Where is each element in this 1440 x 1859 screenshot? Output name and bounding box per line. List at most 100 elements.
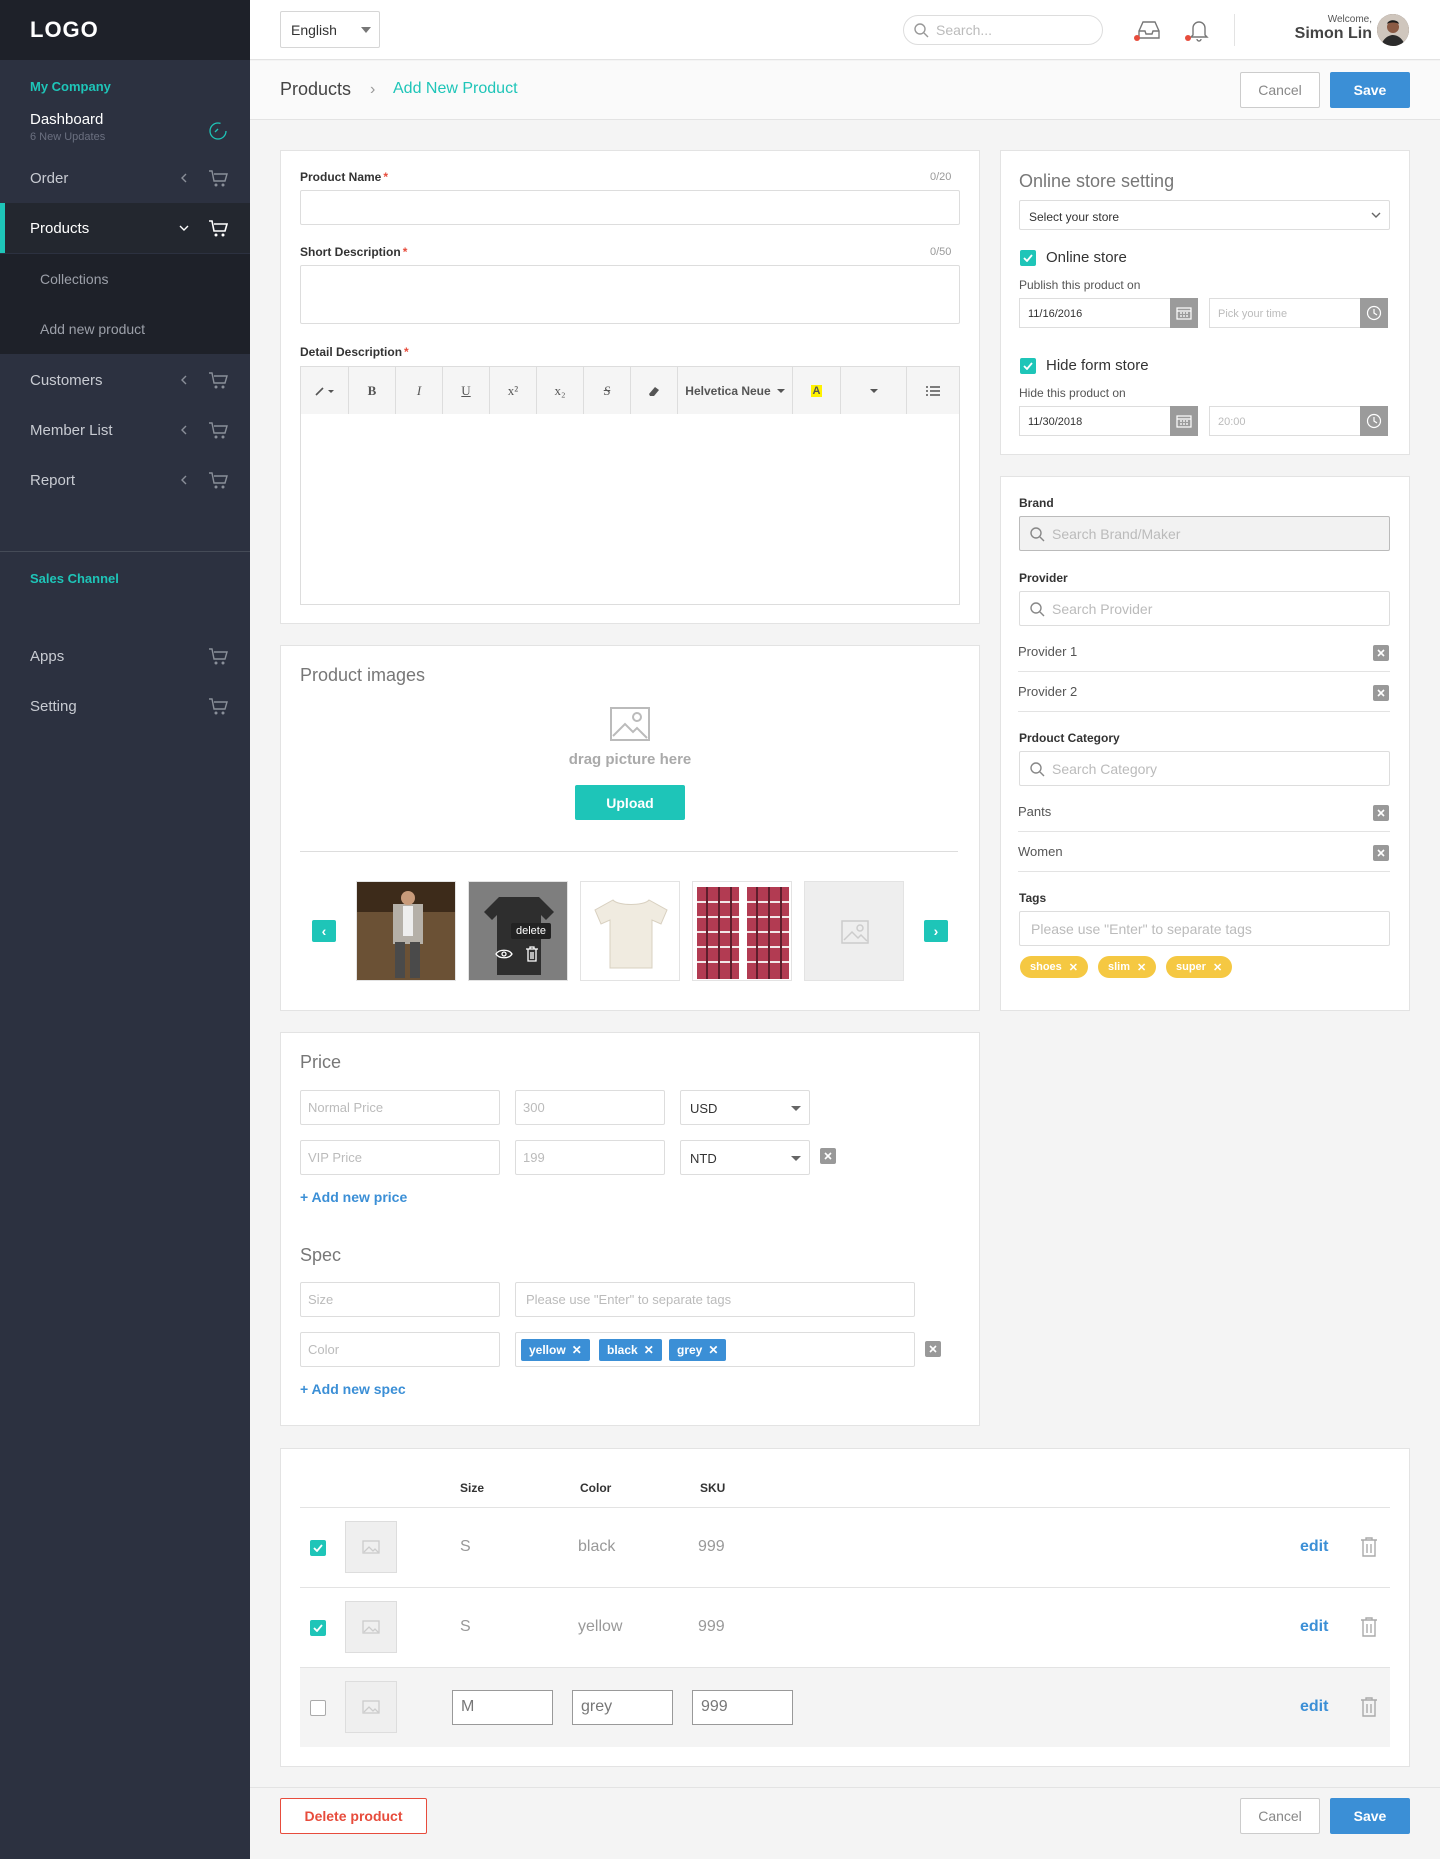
edit-link[interactable]: edit [1300, 1618, 1328, 1636]
remove-category-button[interactable] [1373, 845, 1389, 861]
product-thumbnail[interactable] [356, 881, 456, 981]
add-price-link[interactable]: + Add new price [300, 1189, 407, 1205]
sidebar-item-report[interactable]: Report [0, 455, 250, 505]
sidebar-item-order[interactable]: Order [0, 153, 250, 203]
price-name-input[interactable]: Normal Price [300, 1090, 500, 1125]
price-name-input[interactable]: VIP Price [300, 1140, 500, 1175]
publish-time-input[interactable]: Pick your time [1209, 298, 1362, 328]
sidebar-item-apps[interactable]: Apps [0, 631, 250, 681]
sidebar-item-member-list[interactable]: Member List [0, 405, 250, 455]
font-select[interactable]: Helvetica Neue [678, 367, 793, 414]
color-tag[interactable]: grey ✕ [669, 1339, 727, 1361]
variant-image-placeholder[interactable] [345, 1681, 397, 1733]
color-input[interactable]: Color [300, 1332, 500, 1367]
sidebar-item-customers[interactable]: Customers [0, 355, 250, 405]
sidebar-subitem-collections[interactable]: Collections [0, 254, 250, 304]
remove-provider-button[interactable] [1373, 685, 1389, 701]
bold-button[interactable]: B [349, 367, 396, 414]
clock-icon[interactable] [1360, 406, 1388, 436]
hide-date-input[interactable]: 11/30/2018 [1019, 406, 1172, 436]
color-tag[interactable]: yellow ✕ [521, 1339, 590, 1361]
calendar-icon[interactable] [1170, 298, 1198, 328]
sidebar-item-setting[interactable]: Setting [0, 681, 250, 731]
eye-icon[interactable] [495, 948, 513, 960]
tags-input[interactable]: Please use "Enter" to separate tags [1019, 911, 1390, 946]
row-checkbox[interactable] [310, 1700, 326, 1716]
magic-wand-icon[interactable] [301, 367, 349, 414]
eraser-icon[interactable] [631, 367, 678, 414]
store-select[interactable]: Select your store [1019, 200, 1390, 230]
edit-link[interactable]: edit [1300, 1538, 1328, 1556]
remove-provider-button[interactable] [1373, 645, 1389, 661]
underline-button[interactable]: U [443, 367, 490, 414]
search-input[interactable]: Search... [903, 15, 1103, 45]
category-search-input[interactable]: Search Category [1019, 751, 1390, 786]
variant-image-placeholder[interactable] [345, 1601, 397, 1653]
text-color-button[interactable]: A [793, 367, 841, 414]
color-tags-input[interactable]: yellow ✕ black ✕ grey ✕ [515, 1332, 915, 1367]
trash-icon[interactable] [1359, 1616, 1379, 1638]
provider-search-input[interactable]: Search Provider [1019, 591, 1390, 626]
sidebar-subitem-add-new-product[interactable]: Add new product [0, 304, 250, 354]
next-image-button[interactable]: › [924, 920, 948, 942]
remove-category-button[interactable] [1373, 805, 1389, 821]
delete-product-button[interactable]: Delete product [280, 1798, 427, 1834]
tag-chip[interactable]: slim ✕ [1098, 956, 1157, 978]
close-icon[interactable]: ✕ [572, 1343, 582, 1357]
language-select[interactable]: English [280, 11, 380, 48]
close-icon[interactable]: ✕ [1137, 961, 1146, 974]
size-tags-input[interactable]: Please use "Enter" to separate tags [515, 1282, 915, 1317]
color-cell-input[interactable]: grey [572, 1690, 673, 1725]
currency-select[interactable]: NTD [680, 1140, 810, 1175]
list-icon[interactable] [907, 367, 959, 414]
product-thumbnail[interactable]: delete [468, 881, 568, 981]
tag-chip[interactable]: super ✕ [1166, 956, 1233, 978]
sidebar-item-dashboard[interactable]: Dashboard 6 New Updates [30, 111, 240, 151]
breadcrumb-root[interactable]: Products [280, 79, 351, 100]
close-icon[interactable]: ✕ [708, 1343, 718, 1357]
inbox-icon[interactable] [1136, 17, 1162, 43]
italic-button[interactable]: I [396, 367, 443, 414]
save-button[interactable]: Save [1330, 72, 1410, 108]
tag-chip[interactable]: shoes ✕ [1020, 956, 1089, 978]
trash-icon[interactable] [1359, 1696, 1379, 1718]
empty-image-slot[interactable] [804, 881, 904, 981]
variant-image-placeholder[interactable] [345, 1521, 397, 1573]
online-store-checkbox[interactable] [1020, 250, 1036, 266]
brand-search-input[interactable]: Search Brand/Maker [1019, 516, 1390, 551]
avatar[interactable] [1377, 14, 1409, 46]
hide-time-input[interactable]: 20:00 [1209, 406, 1362, 436]
row-checkbox[interactable] [310, 1620, 326, 1636]
price-value-input[interactable]: 300 [515, 1090, 665, 1125]
strikethrough-button[interactable]: S [584, 367, 631, 414]
cancel-button[interactable]: Cancel [1240, 72, 1320, 108]
short-description-input[interactable] [300, 265, 960, 324]
cancel-button[interactable]: Cancel [1240, 1798, 1320, 1834]
product-name-input[interactable] [300, 190, 960, 225]
close-icon[interactable]: ✕ [644, 1343, 654, 1357]
sku-cell-input[interactable]: 999 [692, 1690, 793, 1725]
hide-store-checkbox[interactable] [1020, 358, 1036, 374]
product-thumbnail[interactable] [580, 881, 680, 981]
calendar-icon[interactable] [1170, 406, 1198, 436]
logo[interactable]: LOGO [30, 17, 99, 43]
remove-spec-button[interactable] [925, 1341, 941, 1357]
remove-price-button[interactable] [820, 1148, 836, 1164]
publish-date-input[interactable]: 11/16/2016 [1019, 298, 1172, 328]
edit-link[interactable]: edit [1300, 1698, 1328, 1716]
close-icon[interactable]: ✕ [1069, 961, 1078, 974]
trash-icon[interactable] [525, 946, 539, 962]
subscript-button[interactable]: x₂ [537, 367, 584, 414]
row-checkbox[interactable] [310, 1540, 326, 1556]
product-thumbnail[interactable] [692, 881, 792, 981]
superscript-button[interactable]: x² [490, 367, 537, 414]
add-spec-link[interactable]: + Add new spec [300, 1381, 406, 1397]
close-icon[interactable]: ✕ [1213, 961, 1222, 974]
size-cell-input[interactable]: M [452, 1690, 553, 1725]
trash-icon[interactable] [1359, 1536, 1379, 1558]
detail-description-editor[interactable] [300, 414, 960, 605]
currency-select[interactable]: USD [680, 1090, 810, 1125]
save-button[interactable]: Save [1330, 1798, 1410, 1834]
price-value-input[interactable]: 199 [515, 1140, 665, 1175]
upload-button[interactable]: Upload [575, 785, 685, 820]
